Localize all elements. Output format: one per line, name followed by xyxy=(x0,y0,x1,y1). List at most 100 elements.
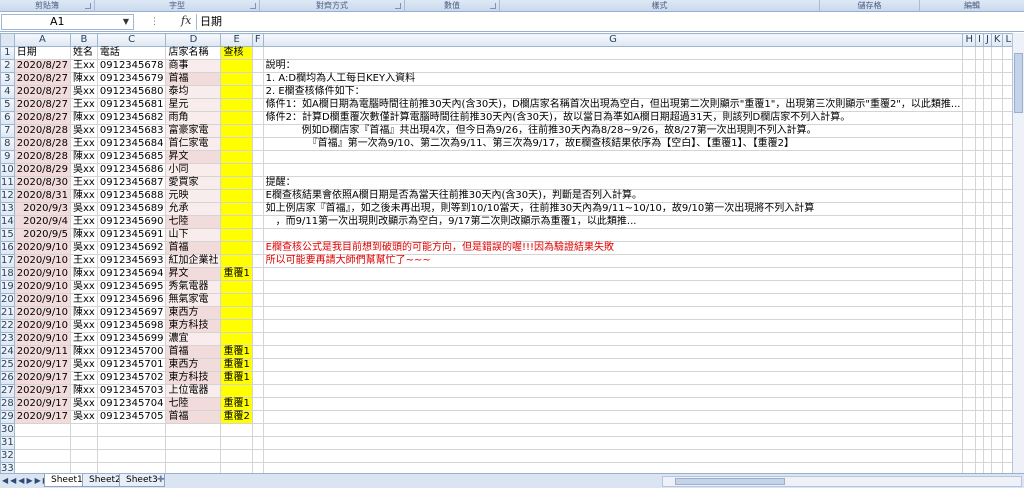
cell-empty[interactable] xyxy=(962,267,976,281)
cell-empty[interactable] xyxy=(982,384,992,398)
cell-empty[interactable] xyxy=(974,384,984,398)
cell-empty[interactable] xyxy=(262,280,964,294)
cell-empty[interactable] xyxy=(962,410,976,424)
cell-empty[interactable] xyxy=(962,176,976,190)
cell-name[interactable] xyxy=(70,423,98,437)
cell-date[interactable]: 2020/8/28 xyxy=(13,124,72,138)
cell-empty[interactable] xyxy=(962,371,976,385)
cell-date[interactable]: 2020/9/10 xyxy=(13,319,72,333)
cell-phone[interactable]: 0912345692 xyxy=(96,241,167,255)
cell-empty[interactable] xyxy=(990,46,1004,60)
cell-empty[interactable] xyxy=(974,332,984,346)
cell-note[interactable]: E欄查核結果會依照A欄日期是否為當天往前推30天內(含30天)，判斷是否列入計算… xyxy=(262,189,964,203)
cell-empty[interactable] xyxy=(982,176,992,190)
cell-name[interactable]: 吳xx xyxy=(70,358,98,372)
cell-empty[interactable] xyxy=(982,423,992,437)
cell-name[interactable]: 王xx xyxy=(70,59,98,73)
cell-empty[interactable] xyxy=(251,150,264,164)
cell-empty[interactable] xyxy=(251,384,264,398)
cell-store[interactable]: 昇文 xyxy=(165,150,222,164)
cell-phone[interactable]: 0912345703 xyxy=(96,384,167,398)
cell-date[interactable]: 2020/8/27 xyxy=(13,98,72,112)
cell-empty[interactable] xyxy=(990,345,1004,359)
cell-empty[interactable] xyxy=(262,384,964,398)
cell-empty[interactable] xyxy=(251,72,264,86)
cell-empty[interactable] xyxy=(982,319,992,333)
cell-empty[interactable] xyxy=(982,111,992,125)
cell-store[interactable]: 允承 xyxy=(165,202,222,216)
cell-store[interactable]: 雨角 xyxy=(165,111,222,125)
cell-empty[interactable] xyxy=(982,98,992,112)
cell-name[interactable] xyxy=(70,449,98,463)
cell-empty[interactable] xyxy=(974,137,984,151)
cell-check[interactable] xyxy=(220,202,253,216)
cell-empty[interactable] xyxy=(251,85,264,99)
cell-check[interactable] xyxy=(220,436,253,450)
cell-store[interactable]: 七陸 xyxy=(165,215,222,229)
cell-note[interactable]: 所以可能要再請大師們幫幫忙了~~~ xyxy=(262,254,964,268)
cell-empty[interactable] xyxy=(962,46,976,60)
cell-empty[interactable] xyxy=(982,189,992,203)
cell-name[interactable]: 陳xx xyxy=(70,384,98,398)
cell-empty[interactable] xyxy=(982,410,992,424)
cell-empty[interactable] xyxy=(974,59,984,73)
cell-empty[interactable] xyxy=(982,59,992,73)
cell-name[interactable]: 吳xx xyxy=(70,280,98,294)
cell-empty[interactable] xyxy=(990,371,1004,385)
cell-empty[interactable] xyxy=(982,358,992,372)
cell-empty[interactable] xyxy=(251,241,264,255)
cell-phone[interactable] xyxy=(96,449,167,463)
cell-store[interactable]: 無氣家電 xyxy=(165,293,222,307)
cell-note[interactable]: E欄查核公式是我目前想到破頭的可能方向，但是錯誤的喔!!!因為驗證結果失敗 xyxy=(262,241,964,255)
cell-store[interactable] xyxy=(165,449,222,463)
dialog-launcher-icon[interactable] xyxy=(490,3,496,9)
formula-bar-resize-icon[interactable]: ⋮ xyxy=(150,17,159,27)
dialog-launcher-icon[interactable] xyxy=(395,3,401,9)
cell-empty[interactable] xyxy=(990,436,1004,450)
cell-empty[interactable] xyxy=(262,397,964,411)
cell-store[interactable]: 七陸 xyxy=(165,397,222,411)
cell-name[interactable] xyxy=(70,462,98,473)
cell-empty[interactable] xyxy=(962,111,976,125)
column-header-b[interactable]: B xyxy=(70,33,98,47)
row-header[interactable]: 27 xyxy=(0,384,15,398)
row-header[interactable]: 8 xyxy=(0,137,15,151)
cell-empty[interactable] xyxy=(251,410,264,424)
cell-empty[interactable] xyxy=(251,371,264,385)
cell-empty[interactable] xyxy=(974,280,984,294)
cell-empty[interactable] xyxy=(251,254,264,268)
cell-check[interactable]: 查核 xyxy=(220,46,253,60)
cell-check[interactable] xyxy=(220,150,253,164)
cell-empty[interactable] xyxy=(974,449,984,463)
cell-empty[interactable] xyxy=(990,423,1004,437)
cell-store[interactable]: 首福 xyxy=(165,72,222,86)
cell-empty[interactable] xyxy=(251,59,264,73)
row-header[interactable]: 11 xyxy=(0,176,15,190)
cell-empty[interactable] xyxy=(982,72,992,86)
cell-date[interactable] xyxy=(13,423,72,437)
cell-empty[interactable] xyxy=(251,137,264,151)
row-header[interactable]: 13 xyxy=(0,202,15,216)
cell-name[interactable]: 吳xx xyxy=(70,319,98,333)
cell-note[interactable]: 說明： xyxy=(262,59,964,73)
cell-empty[interactable] xyxy=(990,410,1004,424)
cell-empty[interactable] xyxy=(251,202,264,216)
cell-empty[interactable] xyxy=(262,319,964,333)
cell-store[interactable]: 泰均 xyxy=(165,85,222,99)
cell-store[interactable] xyxy=(165,423,222,437)
cell-empty[interactable] xyxy=(990,306,1004,320)
cell-empty[interactable] xyxy=(251,176,264,190)
cell-check[interactable] xyxy=(220,189,253,203)
cell-check[interactable] xyxy=(220,254,253,268)
cell-empty[interactable] xyxy=(262,410,964,424)
cell-empty[interactable] xyxy=(990,358,1004,372)
cell-check[interactable] xyxy=(220,241,253,255)
cell-name[interactable]: 陳xx xyxy=(70,72,98,86)
cell-empty[interactable] xyxy=(974,124,984,138)
cell-date[interactable]: 2020/8/28 xyxy=(13,150,72,164)
cell-name[interactable]: 陳xx xyxy=(70,150,98,164)
cell-phone[interactable]: 0912345679 xyxy=(96,72,167,86)
cell-empty[interactable] xyxy=(990,72,1004,86)
cell-date[interactable]: 2020/8/27 xyxy=(13,72,72,86)
cell-empty[interactable] xyxy=(962,358,976,372)
